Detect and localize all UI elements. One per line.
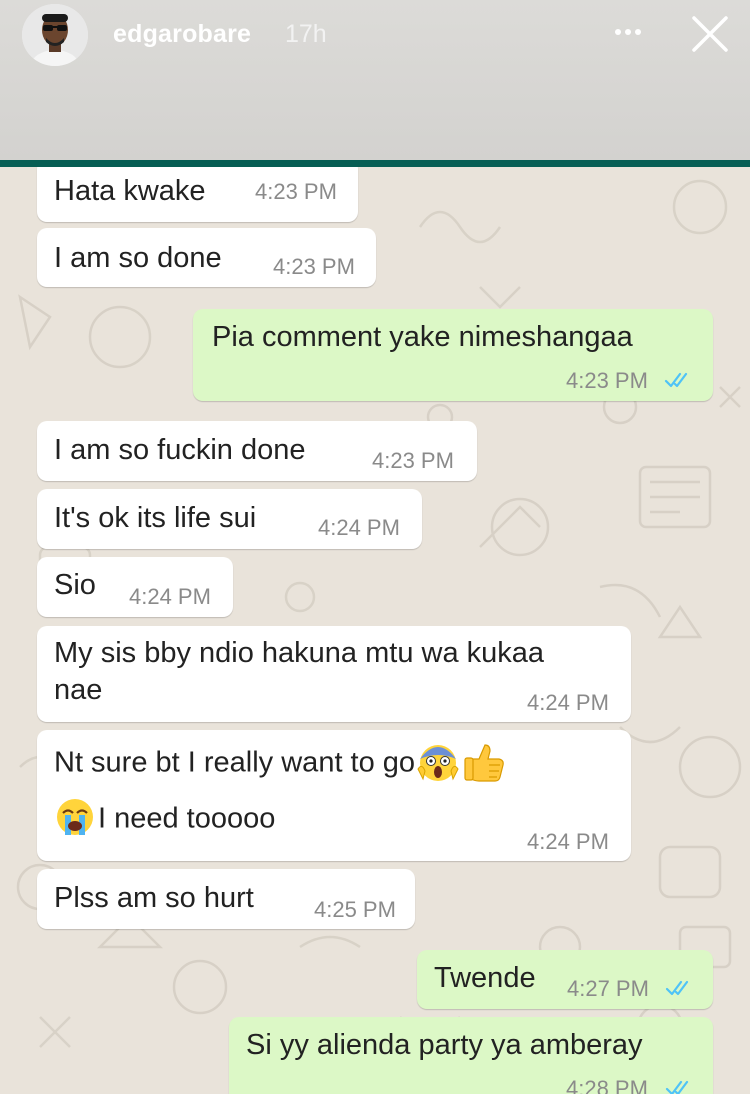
message-text-line: Nt sure bt I really want to go <box>54 746 416 779</box>
message-time: 4:24 PM <box>129 584 211 609</box>
message-time: 4:23 PM <box>273 254 355 279</box>
avatar[interactable] <box>22 4 88 66</box>
message-bubble[interactable]: It's ok its life sui 4:24 PM <box>37 489 422 549</box>
face-screaming-in-fear-icon <box>417 745 459 781</box>
story-header: edgarobare 17h <box>0 0 750 160</box>
message-bubble[interactable]: Hata kwake 4:23 PM <box>37 167 358 222</box>
more-options-button[interactable] <box>612 22 648 42</box>
message-text-line: My sis bby ndio hakuna mtu wa kukaa <box>54 637 545 669</box>
message-time: 4:23 PM <box>255 179 337 204</box>
message-time: 4:24 PM <box>527 690 609 715</box>
message-text: Twende <box>434 962 536 994</box>
message-text: Hata kwake <box>54 175 206 207</box>
message-text: I am so done <box>54 242 222 274</box>
thumbs-up-icon <box>464 744 504 782</box>
message-time: 4:23 PM <box>566 368 648 393</box>
message-bubble[interactable]: My sis bby ndio hakuna mtu wa kukaa nae … <box>37 626 631 722</box>
chat-area: Hata kwake 4:23 PM I am so done 4:23 PM … <box>0 167 750 1094</box>
message-text: Pia comment yake nimeshangaa <box>212 321 633 353</box>
message-time: 4:24 PM <box>318 515 400 540</box>
username[interactable]: edgarobare <box>113 20 251 49</box>
chat-app-bar <box>0 160 750 167</box>
message-text: Sio <box>54 569 96 601</box>
message-time: 4:28 PM <box>566 1076 648 1094</box>
message-bubble[interactable]: Twende 4:27 PM <box>417 950 713 1009</box>
more-horizontal-icon <box>615 29 641 35</box>
read-receipt-icon <box>665 980 689 996</box>
message-time: 4:24 PM <box>527 829 609 854</box>
message-time: 4:23 PM <box>372 448 454 473</box>
message-text: Plss am so hurt <box>54 882 254 914</box>
message-time: 4:25 PM <box>314 897 396 922</box>
message-bubble[interactable]: Si yy alienda party ya amberay 4:28 PM <box>229 1017 713 1094</box>
message-text: I am so fuckin done <box>54 434 306 466</box>
message-bubble[interactable]: Sio 4:24 PM <box>37 557 233 617</box>
message-text: Si yy alienda party ya amberay <box>246 1029 643 1061</box>
message-text: It's ok its life sui <box>54 502 257 534</box>
read-receipt-icon <box>664 372 688 388</box>
message-bubble[interactable]: Pia comment yake nimeshangaa 4:23 PM <box>193 309 713 401</box>
message-bubble[interactable]: Plss am so hurt 4:25 PM <box>37 869 415 929</box>
close-icon <box>692 16 728 52</box>
loudly-crying-face-icon <box>57 799 93 835</box>
message-bubble[interactable]: I am so fuckin done 4:23 PM <box>37 421 477 481</box>
close-button[interactable] <box>690 14 730 54</box>
message-text-line: nae <box>54 674 103 706</box>
message-text-line: I need tooooo <box>98 802 276 835</box>
read-receipt-icon <box>665 1080 689 1094</box>
message-bubble[interactable]: Nt sure bt I really want to go I need to… <box>37 730 631 861</box>
message-bubble[interactable]: I am so done 4:23 PM <box>37 228 376 287</box>
story-time-ago: 17h <box>285 20 327 48</box>
message-time: 4:27 PM <box>567 976 649 1001</box>
